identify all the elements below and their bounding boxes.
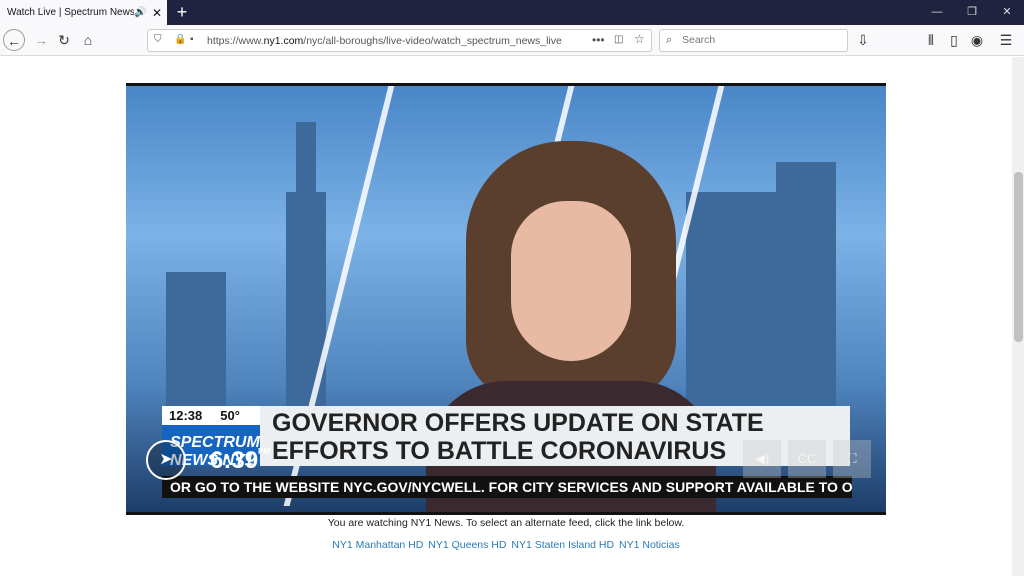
link-staten-island[interactable]: NY1 Staten Island HD <box>511 539 614 551</box>
tab-bar: Watch Live | Spectrum News NY1 🔊 ✕ + — ❐… <box>0 0 1024 25</box>
lock-warning-icon[interactable]: 🔒 <box>174 34 186 45</box>
skyline-building <box>166 272 226 422</box>
home-button[interactable]: ⌂ <box>77 29 99 51</box>
minimize-button[interactable]: — <box>920 0 954 25</box>
menu-icon[interactable]: ☰ <box>995 29 1017 51</box>
link-queens[interactable]: NY1 Queens HD <box>428 539 506 551</box>
shield-icon[interactable]: ⛉ <box>154 34 162 45</box>
browser-tab[interactable]: Watch Live | Spectrum News NY1 🔊 ✕ <box>0 0 167 25</box>
account-icon[interactable]: ◉ <box>966 29 988 51</box>
page-actions-icon[interactable]: ••• <box>592 33 605 47</box>
anchor-face <box>511 201 631 361</box>
close-tab-icon[interactable]: ✕ <box>151 6 163 20</box>
search-icon: ⌕ <box>666 34 673 46</box>
skyline-building <box>686 192 776 422</box>
url-bar[interactable]: ⛉ 🔒 ▪ https://www.ny1.com/nyc/all-boroug… <box>147 29 652 52</box>
speaker-icon[interactable]: 🔊 <box>134 7 146 18</box>
headline-line1: GOVERNOR OFFERS UPDATE ON STATE <box>272 409 764 437</box>
close-window-button[interactable]: ✕ <box>990 0 1024 25</box>
feed-links: NY1 Manhattan HD NY1 Queens HD NY1 State… <box>0 539 1012 551</box>
restore-button[interactable]: ❐ <box>955 0 989 25</box>
reload-button[interactable]: ↻ <box>53 29 75 51</box>
clock-ampm: PM <box>258 447 271 456</box>
scrollbar-thumb[interactable] <box>1014 172 1023 342</box>
forward-button[interactable]: → <box>30 29 52 51</box>
tab-title: Watch Live | Spectrum News NY1 <box>7 7 134 18</box>
library-icon[interactable]: ⫴ <box>920 29 942 51</box>
page-scrollbar[interactable] <box>1012 57 1024 576</box>
sidebar-icon[interactable]: ▯ <box>943 29 965 51</box>
time-temp-box: 12:38 50° <box>162 406 260 425</box>
link-manhattan[interactable]: NY1 Manhattan HD <box>332 539 423 551</box>
player-clock: 6:39PM <box>210 447 270 475</box>
permissions-icon[interactable]: ▪ <box>190 34 194 45</box>
pocket-icon[interactable]: ◫ <box>614 34 623 45</box>
feed-caption: You are watching NY1 News. To select an … <box>327 517 685 529</box>
closed-captions-icon[interactable]: CC <box>788 440 826 478</box>
fullscreen-icon[interactable]: ⛶ <box>833 440 871 478</box>
clock-time: 6:39 <box>210 447 259 474</box>
search-input[interactable]: ⌕ Search <box>659 29 848 52</box>
new-tab-button[interactable]: + <box>172 2 192 22</box>
link-noticias[interactable]: NY1 Noticias <box>619 539 680 551</box>
onscreen-temperature: 50° <box>220 408 240 423</box>
news-ticker: OR GO TO THE WEBSITE NYC.GOV/NYCWELL. FO… <box>162 476 852 498</box>
bookmark-star-icon[interactable]: ☆ <box>634 32 645 46</box>
skyline-building <box>776 162 836 422</box>
onscreen-time: 12:38 <box>169 408 203 423</box>
navigation-bar: ← → ↻ ⌂ ⛉ 🔒 ▪ https://www.ny1.com/nyc/al… <box>0 25 1024 56</box>
play-logo-button[interactable]: ➤ <box>146 440 186 480</box>
downloads-icon[interactable]: ⇩ <box>852 29 874 51</box>
empire-state-building <box>296 122 316 422</box>
search-placeholder: Search <box>682 34 716 46</box>
url-text: https://www.ny1.com/nyc/all-boroughs/liv… <box>207 35 562 47</box>
volume-icon[interactable]: ◀) <box>743 440 781 478</box>
back-button[interactable]: ← <box>3 29 25 51</box>
